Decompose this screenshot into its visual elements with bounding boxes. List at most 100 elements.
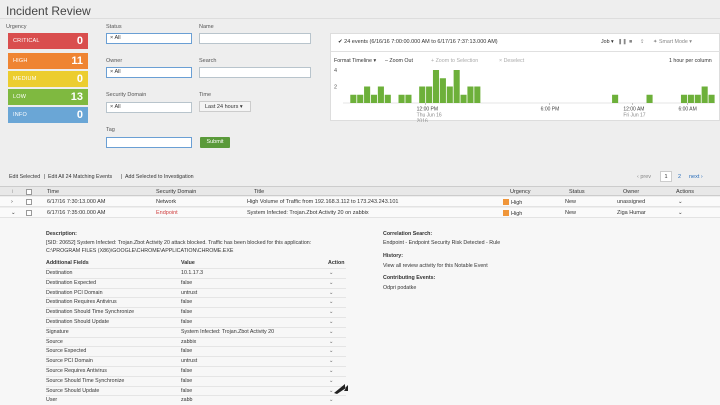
- edit-all-link[interactable]: Edit All 24 Matching Events: [48, 174, 112, 180]
- urgency-tile-count: 0: [76, 73, 83, 85]
- additional-fields-header: Additional Fields: [46, 260, 89, 266]
- urgency-tile-medium[interactable]: MEDIUM 0: [8, 71, 88, 87]
- col-status[interactable]: Status: [569, 189, 585, 195]
- field-action-icon[interactable]: ⌄: [329, 348, 333, 354]
- page-2-link[interactable]: 2: [678, 174, 681, 180]
- timeline-bar: [377, 86, 384, 103]
- field-action-icon[interactable]: ⌄: [329, 339, 333, 345]
- job-menu[interactable]: Job ▾: [601, 39, 614, 45]
- pause-icon[interactable]: ❚❚: [618, 39, 627, 45]
- field-action-icon[interactable]: ⌄: [329, 368, 333, 374]
- contributing-events-link[interactable]: Odpri podatke: [383, 285, 416, 291]
- urgency-tile-info[interactable]: INFO 0: [8, 107, 88, 123]
- timeline-bar: [701, 86, 708, 103]
- stop-icon[interactable]: ■: [629, 39, 632, 45]
- field-value: zabb: [181, 397, 193, 404]
- owner-field[interactable]: × All: [106, 67, 192, 78]
- history-link[interactable]: View all review activity for this Notabl…: [383, 263, 488, 269]
- field-action-icon[interactable]: ⌄: [329, 329, 333, 335]
- field-action-icon[interactable]: ⌄: [329, 358, 333, 364]
- field-value: System Infected: Trojan.Zbot Activity 20: [181, 328, 275, 335]
- field-action-icon[interactable]: ⌄: [329, 270, 333, 276]
- timeline-bar: [419, 86, 426, 103]
- time-value: Last 24 hours: [205, 104, 239, 110]
- urgency-tile-critical[interactable]: CRITICAL 0: [8, 33, 88, 49]
- timeline-histogram[interactable]: 4212:00 PMThu Jun 1620166:00 PM 12:00 AMF…: [331, 68, 720, 122]
- deselect-button[interactable]: × Deselect: [499, 58, 524, 64]
- prev-page-link[interactable]: ‹ prev: [637, 174, 651, 180]
- row-checkbox[interactable]: [26, 210, 32, 216]
- field-action-icon[interactable]: ⌄: [329, 397, 333, 403]
- field-name: Destination Expected: [46, 279, 97, 286]
- field-name: Destination: [46, 270, 73, 276]
- row-actions-menu[interactable]: ⌄: [678, 210, 683, 216]
- field-action-icon[interactable]: ⌄: [329, 290, 333, 296]
- share-icon[interactable]: ⇪: [640, 39, 644, 45]
- format-timeline-menu[interactable]: Format Timeline ▾: [334, 58, 376, 64]
- field-value: false: [181, 299, 193, 306]
- name-label: Name: [199, 24, 214, 30]
- tag-input[interactable]: [106, 137, 192, 148]
- field-action-icon[interactable]: ⌄: [329, 319, 333, 325]
- timeline-bar: [364, 86, 371, 103]
- status-field[interactable]: × All: [106, 33, 192, 44]
- urgency-high-icon: [503, 199, 509, 205]
- zoom-to-selection-button[interactable]: + Zoom to Selection: [431, 58, 478, 64]
- field-row: Source PCI Domain untrust ⌄: [46, 356, 346, 365]
- col-urgency[interactable]: Urgency: [510, 189, 530, 195]
- description-line-2: C:\PROGRAM FILES (X86)\GOOGLE\CHROME\APP…: [46, 248, 234, 254]
- zoom-out-button[interactable]: – Zoom Out: [385, 58, 413, 64]
- urgency-high-icon: [503, 210, 509, 216]
- table-row[interactable]: › 6/17/16 7:30:13.000 AM Network High Volum…: [0, 197, 720, 207]
- row-urgency: High: [503, 199, 522, 206]
- page-1-button[interactable]: 1: [660, 171, 672, 182]
- row-title: High Volume of Traffic from 192.168.3.11…: [247, 199, 399, 205]
- field-row: Destination Expected false ⌄: [46, 277, 346, 287]
- check-icon: ✔: [338, 39, 343, 45]
- field-action-icon[interactable]: ⌄: [329, 309, 333, 315]
- urgency-tile-high[interactable]: HIGH 11: [8, 53, 88, 69]
- urgency-tile-name: MEDIUM: [13, 76, 37, 82]
- timeline-x-tick-label: Fri Jun 17: [623, 113, 645, 119]
- col-owner[interactable]: Owner: [623, 189, 639, 195]
- name-input[interactable]: [199, 33, 311, 44]
- smart-mode-menu[interactable]: ✦ Smart Mode ▾: [653, 39, 692, 45]
- col-security-domain[interactable]: Security Domain: [156, 189, 196, 195]
- status-chip[interactable]: × All: [110, 35, 121, 41]
- next-page-link[interactable]: next ›: [689, 174, 703, 180]
- add-to-investigation-link[interactable]: Add Selected to Investigation: [125, 174, 194, 180]
- timeline-x-tick-label: 6:00 PM: [541, 107, 560, 113]
- field-row: Source Should Time Synchronize false ⌄: [46, 375, 346, 385]
- field-name: Source Should Time Synchronize: [46, 377, 125, 384]
- field-name: Signature: [46, 328, 69, 335]
- search-input[interactable]: [199, 67, 311, 78]
- field-action-icon[interactable]: ⌄: [329, 280, 333, 286]
- col-title[interactable]: Title: [254, 189, 264, 195]
- correlation-search-label: Correlation Search:: [383, 231, 433, 237]
- row-actions-menu[interactable]: ⌄: [678, 199, 683, 205]
- row-checkbox[interactable]: [26, 199, 32, 205]
- row-expander-icon[interactable]: ›: [11, 199, 13, 205]
- select-all-checkbox[interactable]: [26, 189, 32, 195]
- timeline-y-tick: 4: [334, 68, 337, 74]
- table-row[interactable]: ⌄ 6/17/16 7:35:00.000 AM Endpoint System In…: [0, 208, 720, 218]
- edit-selected-link[interactable]: Edit Selected: [9, 174, 40, 180]
- field-name: Source: [46, 338, 63, 345]
- submit-button[interactable]: Submit: [200, 137, 230, 148]
- bulb-icon: ✦: [653, 39, 658, 45]
- domain-chip[interactable]: × All: [110, 104, 121, 110]
- owner-chip[interactable]: × All: [110, 69, 121, 75]
- time-picker-button[interactable]: Last 24 hours ▾: [199, 101, 251, 112]
- urgency-tile-low[interactable]: LOW 13: [8, 89, 88, 105]
- field-row: Signature System Infected: Trojan.Zbot Ac…: [46, 326, 346, 336]
- field-value: zabbix: [181, 338, 197, 345]
- field-value: 10.1.17.3: [181, 270, 204, 276]
- field-action-icon[interactable]: ⌄: [329, 299, 333, 305]
- urgency-tile-count: 11: [71, 55, 83, 67]
- row-expander-icon[interactable]: ⌄: [11, 210, 16, 216]
- domain-value: All: [114, 104, 121, 110]
- timeline-bar: [612, 94, 619, 103]
- correlation-search-link[interactable]: Endpoint - Endpoint Security Risk Detect…: [383, 240, 500, 246]
- col-time[interactable]: Time: [47, 189, 59, 195]
- security-domain-field[interactable]: × All: [106, 102, 192, 113]
